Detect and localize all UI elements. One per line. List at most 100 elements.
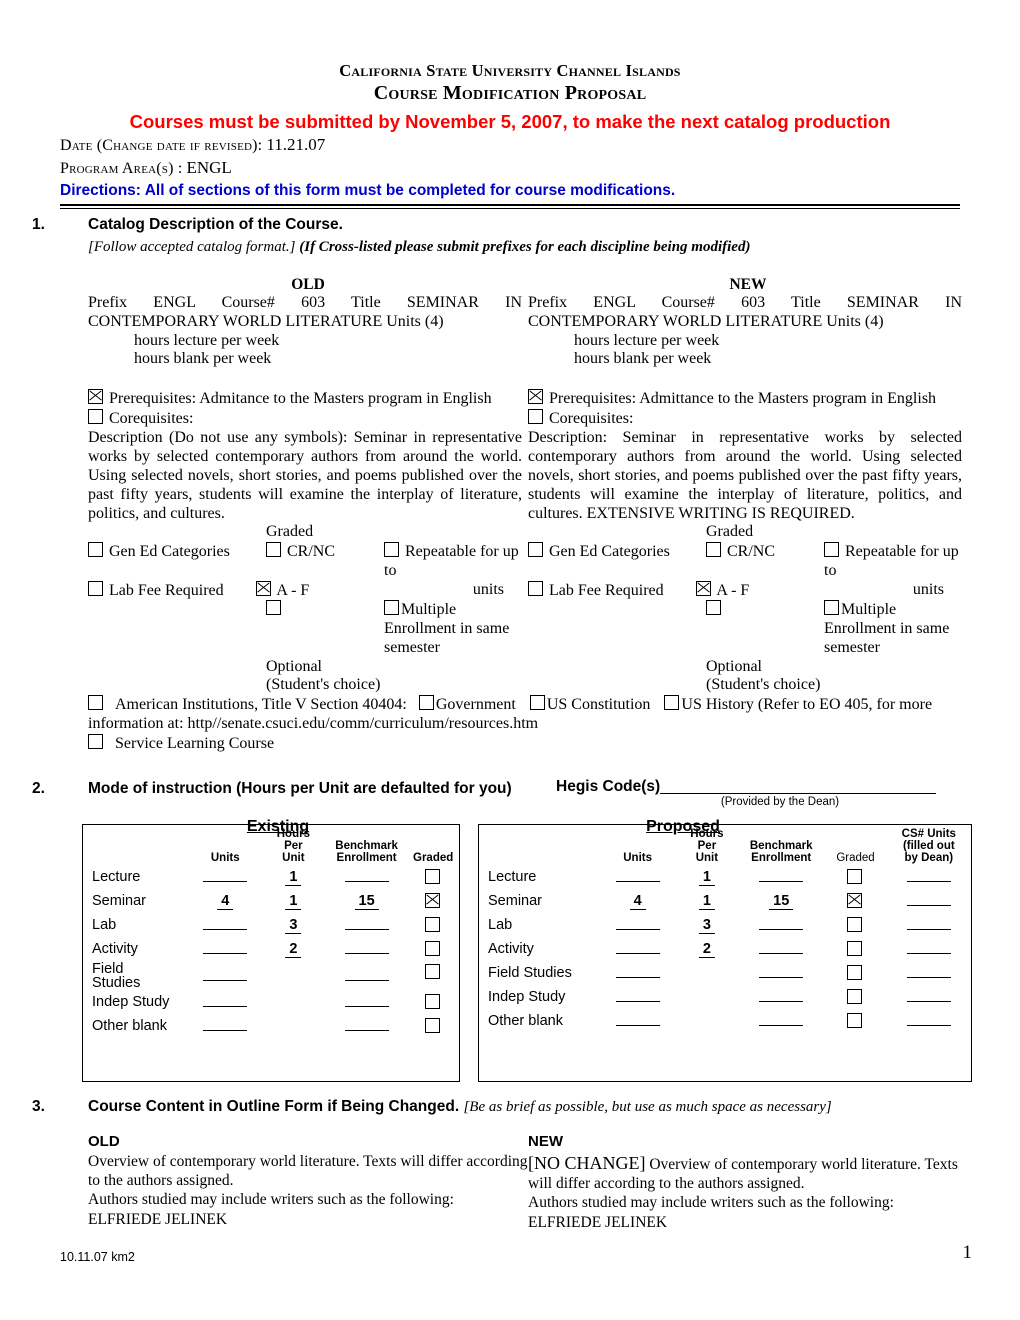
table-row: Lab 3: [479, 914, 971, 938]
oldnew-header-row: OLD NEW: [60, 276, 972, 294]
cell-benchmark[interactable]: [738, 962, 824, 986]
cell-benchmark[interactable]: 15: [738, 890, 824, 914]
old-multiple-checkbox[interactable]: [384, 600, 399, 616]
new-gened-checkbox[interactable]: [528, 542, 543, 558]
cell-units[interactable]: [599, 866, 675, 890]
cell-hours[interactable]: 1: [676, 890, 738, 914]
cell-units[interactable]: 4: [190, 890, 261, 914]
cell-benchmark[interactable]: [326, 991, 407, 1015]
new-prerequisites-checkbox[interactable]: [528, 389, 543, 405]
us-constitution-checkbox[interactable]: [529, 694, 545, 710]
cell-units[interactable]: [190, 991, 261, 1015]
cell-hours[interactable]: 1: [261, 866, 326, 890]
cell-graded[interactable]: [407, 938, 459, 962]
cell-hours[interactable]: 2: [261, 938, 326, 962]
cell-hours[interactable]: 3: [676, 914, 738, 938]
hegis-code-group: Hegis Code(s) (Provided by the Dean): [556, 778, 937, 808]
old-labfee-cell: Lab Fee Required: [88, 580, 256, 601]
cell-hours[interactable]: 2: [676, 938, 738, 962]
old-hours-blank: hours blank per week: [134, 350, 272, 368]
old-af-checkbox[interactable]: [256, 580, 272, 596]
cell-benchmark[interactable]: [326, 866, 407, 890]
old-gened-checkbox[interactable]: [88, 542, 103, 558]
cell-cs-units[interactable]: [887, 914, 971, 938]
new-labfee-checkbox[interactable]: [528, 580, 543, 596]
cell-benchmark[interactable]: [738, 914, 824, 938]
cell-benchmark[interactable]: [326, 914, 407, 938]
table-row: Seminar 4 1 15: [479, 890, 971, 914]
cell-graded[interactable]: [824, 938, 886, 962]
cell-units[interactable]: [190, 938, 261, 962]
cell-benchmark[interactable]: [326, 962, 407, 991]
new-corequisites-checkbox[interactable]: [528, 409, 543, 425]
cell-graded[interactable]: [824, 914, 886, 938]
old-labfee-checkbox[interactable]: [88, 580, 103, 596]
cell-graded[interactable]: [824, 986, 886, 1010]
new-optional-checkbox[interactable]: [706, 600, 721, 616]
cell-units[interactable]: [190, 866, 261, 890]
cell-benchmark[interactable]: [326, 938, 407, 962]
cell-graded[interactable]: [824, 1010, 886, 1034]
cell-units[interactable]: [599, 1010, 675, 1034]
cell-graded[interactable]: [407, 866, 459, 890]
old-corequisites-checkbox[interactable]: [88, 409, 103, 425]
cell-cs-units[interactable]: [887, 938, 971, 962]
cell-cs-units[interactable]: [887, 866, 971, 890]
old-crnc-checkbox[interactable]: [266, 542, 281, 558]
government-checkbox[interactable]: [418, 694, 434, 710]
cell-benchmark[interactable]: [326, 1015, 407, 1039]
prereq-description-row: Prerequisites: Admitance to the Masters …: [60, 389, 972, 523]
government-label: Government: [435, 695, 516, 713]
cell-graded[interactable]: [824, 866, 886, 890]
cell-benchmark[interactable]: [738, 866, 824, 890]
cell-graded[interactable]: [407, 991, 459, 1015]
cell-units[interactable]: 4: [599, 890, 675, 914]
cell-units[interactable]: [190, 1015, 261, 1039]
cell-hours[interactable]: 1: [261, 890, 326, 914]
cell-graded[interactable]: [407, 962, 459, 991]
service-learning-checkbox[interactable]: [88, 733, 103, 749]
cell-graded[interactable]: [824, 962, 886, 986]
american-institutions-checkbox[interactable]: [88, 694, 103, 710]
old-optional-checkbox[interactable]: [266, 600, 281, 616]
cell-units[interactable]: [599, 914, 675, 938]
cell-hours[interactable]: 1: [676, 866, 738, 890]
new-crnc-checkbox[interactable]: [706, 542, 721, 558]
old-description: Description (Do not use any symbols): Se…: [88, 429, 522, 522]
cell-units[interactable]: [190, 962, 261, 991]
cell-hours: [676, 1010, 738, 1034]
new-multiple-checkbox[interactable]: [824, 600, 839, 616]
cell-units[interactable]: [599, 962, 675, 986]
old-prerequisites-checkbox[interactable]: [88, 389, 103, 405]
cell-benchmark[interactable]: 15: [326, 890, 407, 914]
cell-hours[interactable]: 3: [261, 914, 326, 938]
cell-cs-units[interactable]: [887, 962, 971, 986]
cell-graded[interactable]: [407, 914, 459, 938]
new-repeatable-checkbox[interactable]: [824, 542, 839, 558]
cell-graded[interactable]: [407, 890, 459, 914]
date-label: Date (Change date if revised):: [60, 137, 263, 155]
cell-units[interactable]: [599, 986, 675, 1010]
new-af-checkbox[interactable]: [696, 580, 712, 596]
new-labfee-label: Lab Fee Required: [549, 581, 664, 599]
section-3-new-body-3: ELFRIEDE JELINEK: [528, 1213, 668, 1231]
cell-cs-units[interactable]: [887, 1010, 971, 1034]
service-learning-label: Service Learning Course: [115, 734, 275, 752]
row-label: Seminar: [488, 892, 542, 909]
date-value: 11.21.07: [266, 135, 326, 155]
cell-units[interactable]: [190, 914, 261, 938]
cell-units[interactable]: [599, 938, 675, 962]
cell-benchmark[interactable]: [738, 938, 824, 962]
cell-hours: [261, 991, 326, 1015]
section-3-columns: OLD Overview of contemporary world liter…: [60, 1133, 972, 1232]
cell-benchmark[interactable]: [738, 986, 824, 1010]
cell-benchmark[interactable]: [738, 1010, 824, 1034]
hegis-code-input[interactable]: [660, 778, 937, 794]
us-history-checkbox[interactable]: [664, 694, 680, 710]
cell-graded[interactable]: [407, 1015, 459, 1039]
cell-cs-units[interactable]: [887, 890, 971, 914]
old-repeatable-checkbox[interactable]: [384, 542, 399, 558]
cell-cs-units[interactable]: [887, 986, 971, 1010]
cell-graded[interactable]: [824, 890, 886, 914]
section-3-old-body-2: Authors studied may include writers such…: [88, 1191, 454, 1209]
